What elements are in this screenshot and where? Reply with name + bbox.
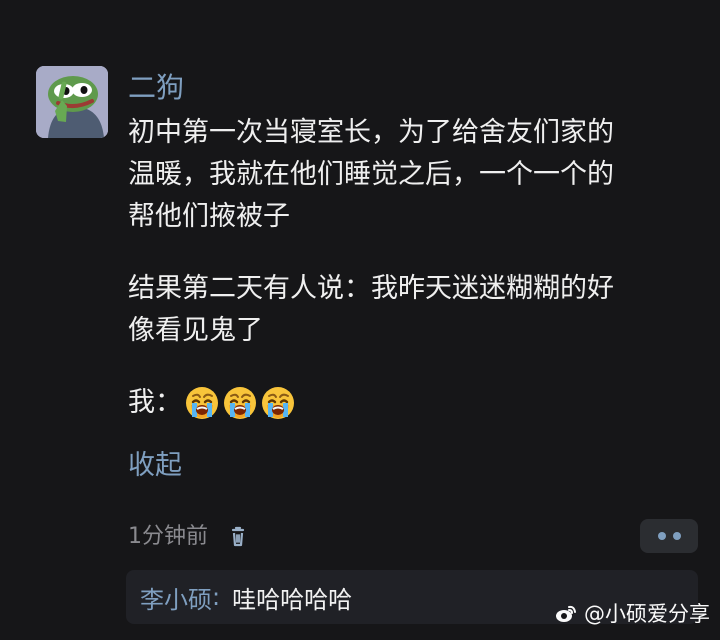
avatar[interactable] <box>36 66 108 138</box>
watermark-text: @小硕爱分享 <box>584 602 710 626</box>
comment-line: 像看见鬼了 <box>128 315 263 346</box>
more-button[interactable] <box>640 519 698 553</box>
comment-line: 结果第二天有人说：我昨天迷迷糊糊的好 <box>128 273 614 304</box>
crying-face-icon <box>186 387 218 419</box>
reply-author[interactable]: 李小硕 <box>140 580 212 615</box>
more-dot <box>657 532 666 540</box>
comment-author[interactable]: 二狗 <box>128 70 184 106</box>
comment-line: 温暖，我就在他们睡觉之后，一个一个的 <box>128 159 614 190</box>
comment-line: 初中第一次当寝室长，为了给舍友们家的 <box>128 117 614 148</box>
weibo-icon <box>556 605 576 622</box>
pepe-frog-avatar-icon <box>36 66 108 138</box>
comment-time: 1分钟前 <box>128 524 208 549</box>
trash-icon[interactable] <box>226 525 250 549</box>
crying-face-icon <box>262 387 294 419</box>
comment-meta: 1分钟前 <box>128 520 250 554</box>
collapse-link[interactable]: 收起 <box>128 448 182 484</box>
watermark: @小硕爱分享 <box>554 602 710 626</box>
comment-body: 初中第一次当寝室长，为了给舍友们家的 温暖，我就在他们睡觉之后，一个一个的 帮他… <box>128 112 698 424</box>
reaction-line: 我： <box>128 382 698 424</box>
reply-separator: : <box>212 583 221 611</box>
comment-screen: 二狗 初中第一次当寝室长，为了给舍友们家的 温暖，我就在他们睡觉之后，一个一个的… <box>0 0 720 640</box>
comment-line: 我： <box>128 387 182 418</box>
crying-face-icon <box>224 387 256 419</box>
reply-text: 哇哈哈哈哈 <box>232 585 353 614</box>
more-dot <box>672 532 681 540</box>
comment-line: 帮他们掖被子 <box>128 201 290 232</box>
